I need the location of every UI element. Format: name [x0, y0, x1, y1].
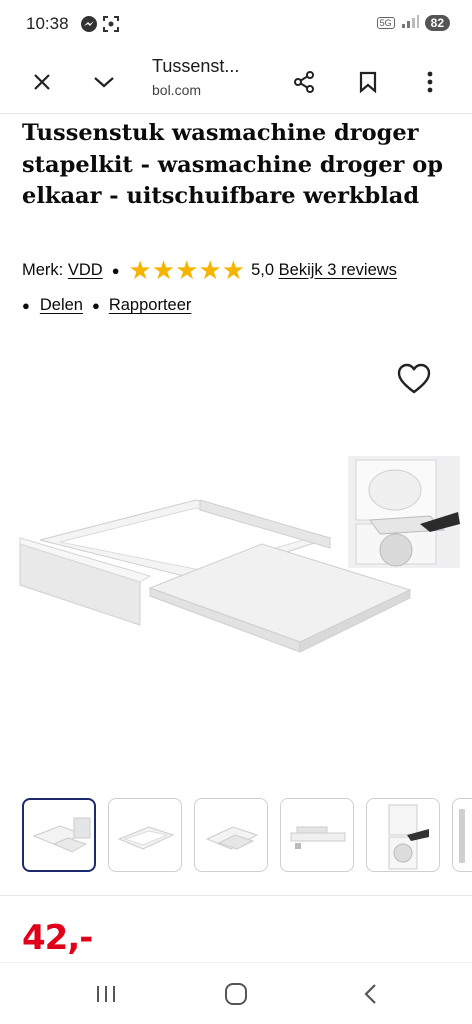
thumbnail-3[interactable] — [194, 798, 268, 872]
page-title: Tussenst... — [152, 56, 240, 76]
recent-apps-button[interactable] — [86, 979, 126, 1009]
separator-dot: ● — [111, 262, 120, 278]
messenger-icon — [80, 15, 98, 38]
inset-photo — [348, 456, 460, 568]
chevron-down-icon — [94, 77, 114, 88]
thumbnail-5[interactable] — [366, 798, 440, 872]
product-main-image[interactable] — [0, 420, 472, 670]
brand-label: Merk: — [22, 260, 64, 279]
back-button[interactable] — [350, 979, 390, 1009]
browser-toolbar: Tussenst... bol.com — [0, 48, 472, 114]
more-menu-button[interactable] — [410, 62, 450, 102]
more-vertical-icon — [427, 71, 433, 93]
recent-apps-icon — [97, 986, 115, 1002]
separator-dot: ● — [22, 298, 30, 313]
share-icon — [294, 71, 314, 93]
status-indicators: 5G 82 — [376, 14, 450, 31]
page-url[interactable]: bol.com — [152, 82, 201, 98]
share-button[interactable] — [284, 62, 324, 102]
bookmark-icon — [359, 71, 377, 93]
rating-stars: ★ ★ ★ ★ ★ — [128, 255, 246, 285]
product-actions: ● Delen ● Rapporteer — [22, 296, 191, 315]
network-label: 5G — [376, 16, 395, 29]
thumbnail-6[interactable] — [452, 798, 472, 872]
home-icon — [225, 983, 247, 1005]
expand-button[interactable] — [84, 62, 124, 102]
report-link[interactable]: Rapporteer — [109, 296, 192, 315]
heart-icon — [397, 363, 431, 394]
product-meta-row: Merk: VDD ● ★ ★ ★ ★ ★ 5,0 Bekijk 3 revie… — [22, 255, 397, 285]
system-nav-bar — [0, 962, 472, 1024]
product-price: 42,- — [22, 918, 93, 958]
divider — [0, 895, 472, 896]
share-link[interactable]: Delen — [40, 296, 83, 315]
rating-value: 5,0 — [251, 260, 275, 279]
signal-icon — [401, 14, 419, 31]
home-button[interactable] — [216, 979, 256, 1009]
wishlist-button[interactable] — [396, 362, 432, 396]
star-icon: ★ — [175, 255, 199, 285]
status-bar: 10:38 5G 82 — [0, 0, 472, 48]
bookmark-button[interactable] — [348, 62, 388, 102]
close-button[interactable] — [22, 62, 62, 102]
thumbnail-strip — [22, 798, 472, 874]
battery-level: 82 — [424, 14, 450, 31]
thumbnail-4[interactable] — [280, 798, 354, 872]
product-title: Tussenstuk wasmachine droger stapelkit -… — [22, 120, 443, 209]
star-icon: ★ — [128, 255, 152, 285]
screenshot-icon — [102, 15, 120, 38]
brand-link[interactable]: VDD — [68, 261, 103, 280]
reviews-link[interactable]: Bekijk 3 reviews — [279, 261, 397, 280]
star-icon: ★ — [221, 255, 246, 285]
star-icon: ★ — [198, 255, 222, 285]
thumbnail-1[interactable] — [22, 798, 96, 872]
thumbnail-2[interactable] — [108, 798, 182, 872]
separator-dot: ● — [91, 298, 100, 313]
back-icon — [364, 984, 376, 1004]
close-icon — [34, 74, 50, 90]
status-time: 10:38 — [26, 14, 69, 33]
star-icon: ★ — [151, 255, 176, 285]
